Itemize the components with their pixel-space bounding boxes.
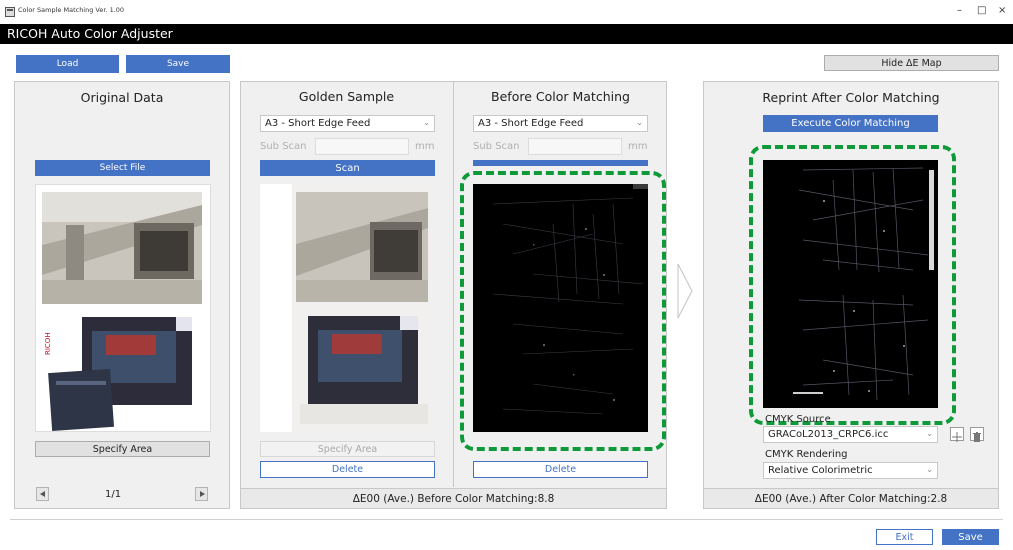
- cmyk-rendering-value: Relative Colorimetric: [768, 465, 873, 476]
- page-indicator: 1/1: [105, 489, 122, 500]
- golden-preview-image: [260, 184, 435, 432]
- golden-subscan-input[interactable]: [315, 138, 409, 155]
- svg-text:RICOH: RICOH: [44, 332, 52, 355]
- trash-icon: [973, 432, 981, 442]
- save-bottom-button[interactable]: Save: [942, 529, 999, 545]
- golden-sample-title: Golden Sample: [298, 89, 395, 104]
- app-name: RICOH Auto Color Adjuster: [7, 26, 173, 41]
- arrow-right-icon: [676, 262, 694, 324]
- before-delta-e-footer: ΔE00 (Ave.) Before Color Matching:8.8: [241, 488, 666, 508]
- original-preview-image: RICOH: [42, 192, 202, 432]
- before-delete-button[interactable]: Delete: [473, 461, 648, 478]
- delete-profile-button[interactable]: [970, 427, 984, 442]
- original-data-title: Original Data: [80, 90, 164, 105]
- cmyk-source-label: CMYK Source: [765, 414, 831, 425]
- before-matching-title: Before Color Matching: [491, 89, 630, 104]
- execute-color-matching-button[interactable]: Execute Color Matching: [763, 115, 938, 132]
- after-delta-e-map-image: [793, 167, 934, 401]
- cmyk-source-value: GRACoL2013_CRPC6.icc: [768, 429, 889, 440]
- golden-preview: [260, 184, 435, 432]
- chevron-down-icon: ⌄: [636, 118, 643, 127]
- golden-specify-area-button[interactable]: Specify Area: [260, 441, 435, 457]
- window-title: Color Sample Matching Ver. 1.00: [18, 6, 125, 14]
- select-file-button[interactable]: Select File: [35, 160, 210, 176]
- save-top-button[interactable]: Save: [126, 55, 230, 73]
- cmyk-source-select[interactable]: GRACoL2013_CRPC6.icc ⌄: [763, 426, 938, 443]
- golden-paper-value: A3 - Short Edge Feed: [265, 118, 371, 129]
- chevron-down-icon: ⌄: [423, 118, 430, 127]
- original-specify-area-button[interactable]: Specify Area: [35, 441, 210, 457]
- next-page-button[interactable]: [195, 487, 208, 501]
- before-delta-e-map: [473, 184, 648, 432]
- cmyk-rendering-select[interactable]: Relative Colorimetric ⌄: [763, 462, 938, 479]
- before-delta-e-text: ΔE00 (Ave.) Before Color Matching:8.8: [352, 492, 555, 505]
- scan-button[interactable]: Scan: [260, 160, 435, 176]
- add-profile-button[interactable]: [950, 427, 964, 442]
- app-header: RICOH Auto Color Adjuster: [0, 24, 1013, 44]
- before-subscan-label: Sub Scan: [473, 141, 520, 152]
- before-paper-select[interactable]: A3 - Short Edge Feed ⌄: [473, 115, 648, 132]
- original-preview: RICOH: [35, 184, 211, 432]
- chevron-down-icon: ⌄: [926, 429, 933, 438]
- before-subscan-input[interactable]: [528, 138, 622, 155]
- hide-delta-e-map-button[interactable]: Hide ΔE Map: [824, 55, 999, 71]
- chevron-down-icon: ⌄: [926, 465, 933, 474]
- close-button[interactable]: ×: [998, 5, 1006, 17]
- after-delta-e-footer: ΔE00 (Ave.) After Color Matching:2.8: [704, 488, 998, 508]
- window-titlebar: Color Sample Matching Ver. 1.00 – □ ×: [0, 0, 1013, 24]
- golden-paper-select[interactable]: A3 - Short Edge Feed ⌄: [260, 115, 435, 132]
- prev-page-icon: [40, 491, 45, 497]
- before-scan-button-partial[interactable]: [473, 160, 648, 166]
- golden-unit: mm: [415, 141, 435, 152]
- panel-divider: [453, 82, 454, 487]
- after-delta-e-text: ΔE00 (Ave.) After Color Matching:2.8: [754, 492, 948, 505]
- app-icon: [5, 7, 15, 17]
- reprint-title: Reprint After Color Matching: [762, 90, 940, 105]
- exit-button[interactable]: Exit: [876, 529, 933, 545]
- golden-delete-button[interactable]: Delete: [260, 461, 435, 478]
- plus-icon: [952, 432, 962, 442]
- maximize-button[interactable]: □: [977, 5, 986, 17]
- before-unit: mm: [628, 141, 648, 152]
- load-button[interactable]: Load: [16, 55, 119, 73]
- minimize-button[interactable]: –: [957, 5, 962, 17]
- before-paper-value: A3 - Short Edge Feed: [478, 118, 584, 129]
- golden-subscan-label: Sub Scan: [260, 141, 307, 152]
- before-delta-e-map-image: [492, 184, 648, 415]
- after-delta-e-map: [763, 160, 938, 408]
- cmyk-rendering-label: CMYK Rendering: [765, 449, 848, 460]
- bottom-separator: [10, 519, 1003, 520]
- prev-page-button[interactable]: [36, 487, 49, 501]
- next-page-icon: [200, 491, 205, 497]
